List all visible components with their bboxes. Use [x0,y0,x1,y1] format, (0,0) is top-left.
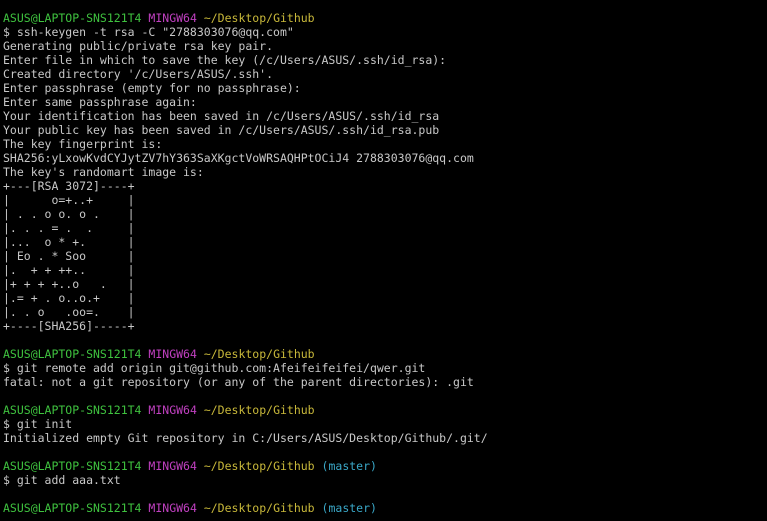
terminal-line: +----[SHA256]-----+ [3,319,763,333]
terminal-text: SHA256:yLxowKvdCYJytZV7hY363SaXKgctVoWRS… [3,151,474,165]
terminal-text: +---[RSA 3072]----+ [3,179,135,193]
prompt-user-host: ASUS@LAPTOP-SNS121T4 [3,11,142,25]
terminal-window[interactable]: ASUS@LAPTOP-SNS121T4 MINGW64 ~/Desktop/G… [0,0,767,521]
prompt-path: ~/Desktop/Github [203,11,315,25]
prompt-path: ~/Desktop/Github [203,501,315,515]
prompt-path: ~/Desktop/Github [203,459,315,473]
prompt-path: ~/Desktop/Github [203,347,315,361]
terminal-text: Your public key has been saved in /c/Use… [3,123,440,137]
terminal-text: |.= + . o..o.+ | [3,291,135,305]
terminal-text: $ git remote add origin git@github.com:A… [3,361,426,375]
terminal-text: |. . . = . . | [3,221,135,235]
terminal-text: | Eo . * Soo | [3,249,135,263]
prompt-branch: (master) [321,501,377,515]
terminal-line: Generating public/private rsa key pair. [3,39,763,53]
terminal-line: The key fingerprint is: [3,137,763,151]
terminal-text: |. . o .oo=. | [3,305,135,319]
terminal-line: $ git add aaa.txt [3,473,763,487]
terminal-text: Enter same passphrase again: [3,95,197,109]
terminal-text: The key fingerprint is: [3,137,163,151]
terminal-line: $ git remote add origin git@github.com:A… [3,361,763,375]
terminal-text: Generating public/private rsa key pair. [3,39,274,53]
terminal-text: Enter passphrase (empty for no passphras… [3,81,301,95]
terminal-text: Initialized empty Git repository in C:/U… [3,431,488,445]
prompt-system: MINGW64 [148,459,197,473]
terminal-text: |. + + ++.. | [3,263,135,277]
terminal-line: ASUS@LAPTOP-SNS121T4 MINGW64 ~/Desktop/G… [3,347,763,361]
terminal-line: |. . . = . . | [3,221,763,235]
terminal-line: Enter passphrase (empty for no passphras… [3,81,763,95]
terminal-line: SHA256:yLxowKvdCYJytZV7hY363SaXKgctVoWRS… [3,151,763,165]
terminal-line: ASUS@LAPTOP-SNS121T4 MINGW64 ~/Desktop/G… [3,459,763,473]
prompt-user-host: ASUS@LAPTOP-SNS121T4 [3,403,142,417]
terminal-line: | Eo . * Soo | [3,249,763,263]
prompt-user-host: ASUS@LAPTOP-SNS121T4 [3,459,142,473]
terminal-line: Your identification has been saved in /c… [3,109,763,123]
terminal-line: | . . o o. o . | [3,207,763,221]
terminal-text: |... o * +. | [3,235,135,249]
terminal-text: $ ssh-keygen -t rsa -C "2788303076@qq.co… [3,25,294,39]
terminal-line: Initialized empty Git repository in C:/U… [3,431,763,445]
prompt-user-host: ASUS@LAPTOP-SNS121T4 [3,347,142,361]
terminal-line: ASUS@LAPTOP-SNS121T4 MINGW64 ~/Desktop/G… [3,501,763,515]
prompt-path: ~/Desktop/Github [203,403,315,417]
terminal-line: fatal: not a git repository (or any of t… [3,375,763,389]
terminal-line: |+ + + +..o . | [3,277,763,291]
prompt-system: MINGW64 [148,347,197,361]
terminal-text: $ git add aaa.txt [3,473,121,487]
terminal-text: |+ + + +..o . | [3,277,135,291]
terminal-line: +---[RSA 3072]----+ [3,179,763,193]
terminal-line: Enter same passphrase again: [3,95,763,109]
terminal-line: |. . o .oo=. | [3,305,763,319]
terminal-line: ASUS@LAPTOP-SNS121T4 MINGW64 ~/Desktop/G… [3,11,763,25]
terminal-output: ASUS@LAPTOP-SNS121T4 MINGW64 ~/Desktop/G… [3,11,763,515]
terminal-text: Your identification has been saved in /c… [3,109,440,123]
terminal-text: $ git init [3,417,73,431]
terminal-text: | . . o o. o . | [3,207,135,221]
terminal-text: Created directory '/c/Users/ASUS/.ssh'. [3,67,274,81]
terminal-text: The key's randomart image is: [3,165,204,179]
terminal-line: | o=+..+ | [3,193,763,207]
terminal-line: |. + + ++.. | [3,263,763,277]
prompt-branch: (master) [321,459,377,473]
prompt-user-host: ASUS@LAPTOP-SNS121T4 [3,501,142,515]
terminal-line: $ git init [3,417,763,431]
terminal-line: $ ssh-keygen -t rsa -C "2788303076@qq.co… [3,25,763,39]
terminal-line: Your public key has been saved in /c/Use… [3,123,763,137]
terminal-line: |... o * +. | [3,235,763,249]
prompt-system: MINGW64 [148,501,197,515]
terminal-line: Enter file in which to save the key (/c/… [3,53,763,67]
terminal-line: The key's randomart image is: [3,165,763,179]
terminal-line: ASUS@LAPTOP-SNS121T4 MINGW64 ~/Desktop/G… [3,403,763,417]
terminal-text: Enter file in which to save the key (/c/… [3,53,447,67]
terminal-line: |.= + . o..o.+ | [3,291,763,305]
terminal-text: | o=+..+ | [3,193,135,207]
terminal-text: fatal: not a git repository (or any of t… [3,375,474,389]
terminal-line: Created directory '/c/Users/ASUS/.ssh'. [3,67,763,81]
terminal-text: +----[SHA256]-----+ [3,319,135,333]
prompt-system: MINGW64 [148,403,197,417]
prompt-system: MINGW64 [148,11,197,25]
